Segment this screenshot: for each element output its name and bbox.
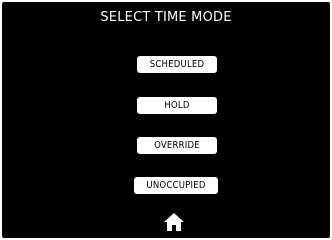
scheduled-button[interactable]: SCHEDULED [137,56,217,73]
time-mode-screen: SELECT TIME MODE SCHEDULED HOLD OVERRIDE… [2,2,330,238]
home-button[interactable] [163,212,185,232]
screen-title: SELECT TIME MODE [100,10,232,25]
home-icon [164,213,184,231]
hold-button[interactable]: HOLD [137,97,217,114]
unoccupied-button[interactable]: UNOCCUPIED [134,177,218,194]
override-button[interactable]: OVERRIDE [137,137,217,154]
